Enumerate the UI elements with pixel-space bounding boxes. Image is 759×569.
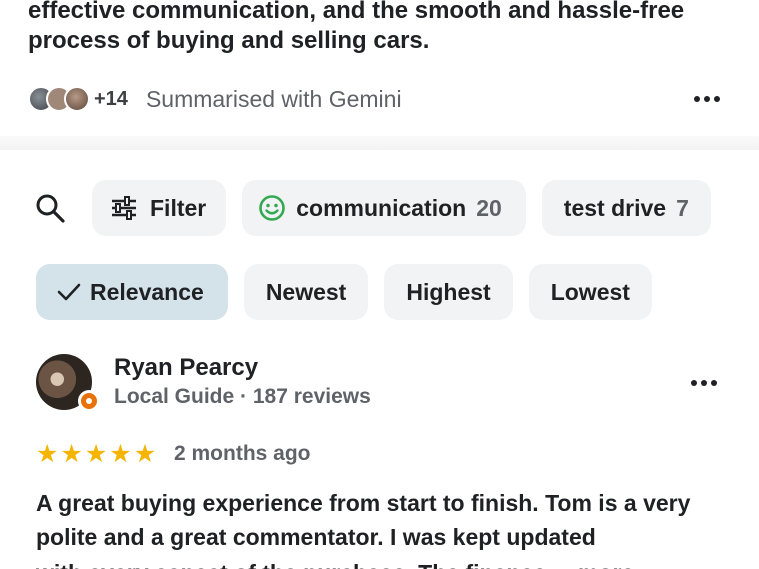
topic-chip-communication[interactable]: communication 20 [242, 180, 526, 236]
topic-chip-count: 20 [476, 194, 502, 221]
more-vert-icon [691, 380, 717, 386]
sort-chip-newest[interactable]: Newest [243, 264, 369, 320]
filter-chip[interactable]: Filter [92, 180, 227, 236]
star-icon: ★ [60, 440, 83, 468]
sort-chip-label: Relevance [90, 278, 204, 305]
topic-chip-label: communication [296, 194, 467, 221]
review-text: A great buying experience from start to … [36, 490, 691, 550]
topic-chip-row: Filter communication 20 test drive 7 [92, 180, 711, 236]
sort-chip-label: Highest [406, 278, 491, 305]
search-icon [36, 194, 65, 223]
review-summary-text: effective communication, and the smooth … [28, 0, 685, 54]
local-guide-badge-icon [78, 390, 100, 412]
review-text-truncated-line[interactable]: with every aspect of the purchase. The f… [36, 556, 634, 569]
gemini-attribution-label: Summarised with Gemini [145, 85, 402, 112]
summary-more-options-button[interactable] [687, 84, 727, 114]
sort-chip-label: Newest [265, 278, 347, 305]
review-more-options-button[interactable] [684, 368, 724, 398]
star-rating: ★ ★ ★ ★ ★ [36, 440, 156, 468]
star-icon: ★ [36, 440, 59, 468]
contributors-more-count: +14 [94, 87, 128, 110]
star-icon: ★ [133, 440, 157, 468]
contributor-avatar [64, 86, 90, 112]
topic-chip-label: test drive [563, 194, 667, 221]
topic-chip-count: 7 [676, 194, 689, 221]
tune-icon [112, 196, 136, 220]
more-vert-icon [694, 96, 720, 102]
smiley-icon [259, 195, 286, 221]
contributor-avatars [28, 86, 90, 112]
sort-chip-row: Relevance Newest Highest Lowest [36, 264, 652, 320]
reviewer-meta: Local Guide · 187 reviews [114, 385, 371, 408]
sort-chip-label: Lowest [550, 278, 630, 305]
section-divider [0, 136, 759, 150]
review-date: 2 months ago [174, 442, 311, 465]
reviewer-name[interactable]: Ryan Pearcy [114, 354, 258, 382]
sort-chip-highest[interactable]: Highest [384, 264, 513, 320]
review-text-continued: with every aspect of the purchase. The f… [36, 556, 736, 569]
star-icon: ★ [84, 440, 108, 468]
search-reviews-button[interactable] [28, 186, 72, 230]
filter-chip-label: Filter [150, 194, 207, 221]
sort-chip-relevance[interactable]: Relevance [36, 264, 228, 320]
sort-chip-lowest[interactable]: Lowest [528, 264, 652, 320]
star-icon: ★ [109, 440, 132, 468]
summary-attribution: +14 Summarised with Gemini [28, 84, 402, 114]
check-icon [57, 283, 81, 301]
topic-chip-test-drive[interactable]: test drive 7 [541, 180, 711, 236]
